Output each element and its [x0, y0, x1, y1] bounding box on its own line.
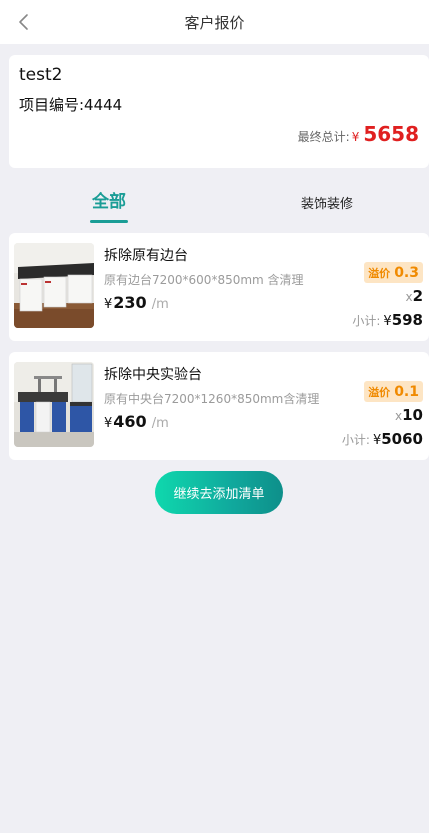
- item-name: 拆除原有边台: [104, 248, 188, 264]
- quantity-prefix: x: [405, 290, 413, 304]
- item-price-unit: /m: [151, 416, 169, 431]
- subtotal-currency: ¥: [372, 433, 382, 448]
- subtotal-value: 598: [391, 311, 423, 329]
- page-title: 客户报价: [184, 14, 245, 32]
- tab-active-indicator: [90, 220, 128, 223]
- lab-bench-image-icon: [14, 243, 94, 328]
- item-subtotal: 小计: ¥ 5060: [342, 430, 423, 448]
- tab-decoration[interactable]: 装饰装修: [301, 193, 353, 212]
- final-total-currency: ¥: [351, 130, 360, 144]
- quote-summary-card: test2 项目编号:4444 最终总计: ¥ 5658: [9, 55, 429, 168]
- tab-all-label: 全部: [92, 192, 126, 212]
- item-subtotal: 小计: ¥ 598: [352, 311, 423, 329]
- item-quantity: x 10: [395, 406, 423, 424]
- item-price-currency: ¥: [104, 297, 113, 312]
- project-code: 项目编号:4444: [19, 96, 123, 114]
- item-description: 原有边台7200*600*850mm 含清理: [104, 273, 304, 287]
- tab-all[interactable]: 全部: [90, 187, 128, 223]
- item-price-unit: /m: [151, 297, 169, 312]
- item-thumbnail: [14, 362, 94, 447]
- category-tabs: 全部 装饰装修: [0, 180, 429, 226]
- premium-label: 溢价: [368, 266, 391, 280]
- subtotal-label: 小计:: [341, 433, 370, 447]
- premium-badge: 溢价 0.1: [364, 381, 423, 402]
- item-price-currency: ¥: [104, 416, 113, 431]
- item-price-value: 230: [113, 293, 147, 312]
- premium-badge: 溢价 0.3: [364, 262, 423, 283]
- list-item[interactable]: 拆除原有边台 原有边台7200*600*850mm 含清理 ¥ 230 /m 溢…: [9, 233, 429, 341]
- item-quantity: x 2: [405, 287, 423, 305]
- premium-value: 0.3: [394, 264, 419, 281]
- premium-label: 溢价: [368, 385, 391, 399]
- quantity-value: 2: [412, 287, 423, 305]
- customer-name: test2: [19, 65, 63, 85]
- subtotal-currency: ¥: [383, 314, 392, 329]
- final-total-label: 最终总计:: [297, 130, 350, 144]
- item-thumbnail: [14, 243, 94, 328]
- lab-central-table-image-icon: [14, 362, 94, 447]
- item-name: 拆除中央实验台: [104, 367, 202, 383]
- subtotal-label: 小计:: [352, 314, 381, 328]
- final-total-amount: 5658: [363, 122, 419, 146]
- nav-bar: 客户报价: [0, 0, 429, 44]
- premium-value: 0.1: [394, 383, 419, 400]
- list-item[interactable]: 拆除中央实验台 原有中央台7200*1260*850mm含清理 ¥ 460 /m…: [9, 352, 429, 460]
- final-total: 最终总计: ¥ 5658: [298, 122, 419, 146]
- subtotal-value: 5060: [381, 430, 423, 448]
- item-description: 原有中央台7200*1260*850mm含清理: [104, 392, 320, 406]
- continue-adding-button[interactable]: 继续去添加清单: [155, 471, 283, 514]
- item-unit-price: ¥ 230 /m: [104, 293, 169, 312]
- item-price-value: 460: [113, 412, 147, 431]
- quantity-prefix: x: [395, 409, 403, 423]
- item-unit-price: ¥ 460 /m: [104, 412, 169, 431]
- tab-decoration-label: 装饰装修: [301, 197, 354, 212]
- quantity-value: 10: [402, 406, 423, 424]
